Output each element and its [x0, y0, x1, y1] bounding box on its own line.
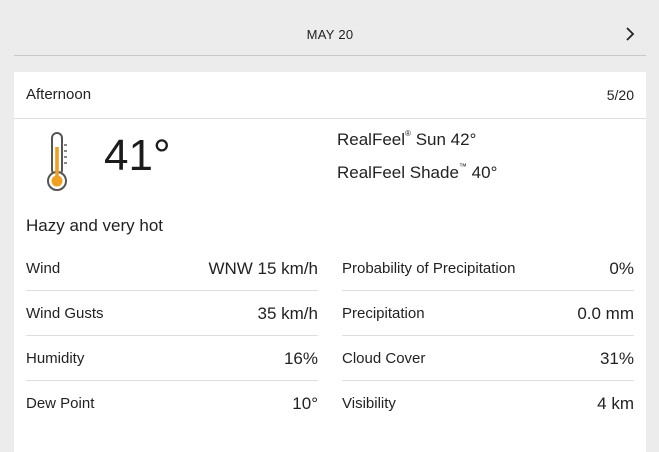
detail-value: 10°: [292, 394, 318, 413]
detail-value: WNW 15 km/h: [208, 259, 318, 278]
detail-label: Dew Point: [26, 395, 95, 412]
detail-value: 0.0 mm: [577, 304, 634, 323]
realfeel-sun-value: Sun 42°: [415, 130, 477, 149]
detail-row-humidity: Humidity 16%: [26, 336, 318, 381]
detail-row-dew-point: Dew Point 10°: [26, 381, 318, 426]
realfeel-shade-label: RealFeel Shade: [337, 163, 459, 182]
temperature: 41°: [104, 131, 171, 180]
card-header: Afternoon 5/20: [14, 72, 646, 119]
date-navigation: MAY 20: [14, 14, 646, 56]
detail-label: Wind: [26, 260, 61, 277]
detail-row-wind: Wind WNW 15 km/h: [26, 246, 318, 291]
detail-value: 16%: [283, 349, 318, 368]
detail-row-precip-probability: Probability of Precipitation 0%: [342, 246, 634, 291]
detail-label: Cloud Cover: [342, 350, 426, 367]
details-left: Wind WNW 15 km/h Wind Gusts 35 km/h Humi…: [26, 246, 318, 426]
details-right: Probability of Precipitation 0% Precipit…: [342, 246, 634, 426]
detail-row-wind-gusts: Wind Gusts 35 km/h: [26, 291, 318, 336]
detail-value: 0%: [609, 259, 634, 278]
thermometer-icon: [42, 131, 72, 193]
nav-date: MAY 20: [306, 27, 354, 42]
registered-mark: ®: [405, 129, 411, 139]
realfeel-shade: RealFeel Shade™ 40°: [337, 162, 498, 183]
period-label: Afternoon: [26, 86, 92, 103]
detail-label: Humidity: [26, 350, 85, 367]
realfeel-label: RealFeel: [337, 130, 406, 149]
detail-value: 4 km: [597, 394, 634, 413]
realfeel-sun: RealFeel® Sun 42°: [337, 129, 477, 150]
period-date: 5/20: [606, 87, 634, 103]
detail-label: Probability of Precipitation: [342, 260, 516, 277]
weather-phrase: Hazy and very hot: [26, 216, 164, 235]
detail-label: Precipitation: [342, 305, 425, 322]
forecast-card: Afternoon 5/20 41° RealFeel® Sun 42° Rea…: [14, 72, 646, 452]
chevron-right-icon[interactable]: [622, 26, 638, 42]
detail-row-visibility: Visibility 4 km: [342, 381, 634, 426]
detail-value: 31%: [599, 349, 634, 368]
detail-label: Wind Gusts: [26, 305, 104, 322]
detail-label: Visibility: [342, 395, 396, 412]
realfeel-shade-value: 40°: [471, 163, 498, 182]
detail-row-cloud-cover: Cloud Cover 31%: [342, 336, 634, 381]
detail-value: 35 km/h: [257, 304, 318, 323]
trademark-mark: ™: [458, 162, 467, 172]
detail-row-precipitation: Precipitation 0.0 mm: [342, 291, 634, 336]
